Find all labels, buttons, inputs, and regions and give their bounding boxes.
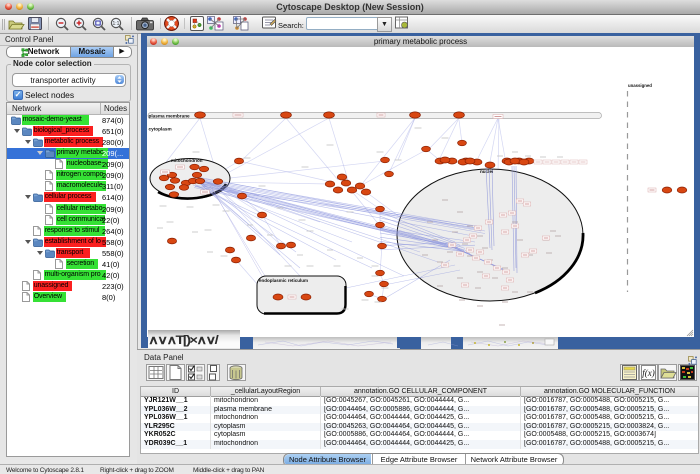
svg-text:endoplasmic reticulum: endoplasmic reticulum: [259, 278, 308, 283]
svg-text:f(x): f(x): [642, 368, 655, 378]
svg-text:1:1: 1:1: [113, 21, 120, 27]
svg-text:mitochondrion: mitochondrion: [171, 158, 203, 163]
svg-text:unassigned: unassigned: [628, 83, 652, 88]
svg-text:cytoplasm: cytoplasm: [149, 127, 172, 132]
svg-text:nuclei: nuclei: [480, 169, 493, 174]
svg-text:plasma membrane: plasma membrane: [149, 114, 191, 119]
